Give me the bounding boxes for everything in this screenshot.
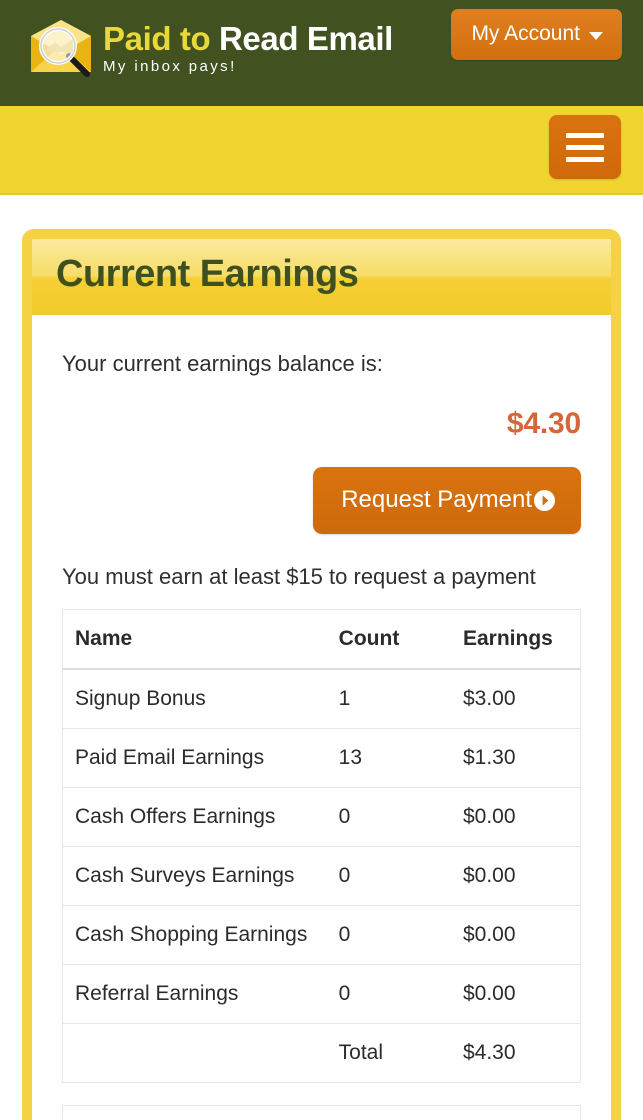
table-row: Signup Bonus 1 $3.00: [62, 669, 581, 730]
cell-count: 13: [326, 728, 451, 789]
page-title: Current Earnings: [56, 253, 359, 295]
page-content: Current Earnings Your current earnings b…: [0, 195, 643, 1120]
table-row: Cash Offers Earnings 0 $0.00: [62, 787, 581, 848]
cell-name: Cash Surveys Earnings: [62, 846, 327, 907]
cell-name: Cash Shopping Earnings: [62, 905, 327, 966]
column-header-count: Count: [326, 609, 451, 671]
table-row: Paid Email Earnings 13 $1.30: [62, 728, 581, 789]
cell-count: 0: [326, 964, 451, 1025]
cell-earnings: $3.00: [450, 669, 581, 730]
column-header-name: Name: [62, 609, 327, 671]
balance-label: Your current earnings balance is:: [62, 350, 383, 376]
request-payment-label: Request Payment: [341, 486, 532, 514]
cell-name: Paid Email Earnings: [62, 728, 327, 789]
brand-logo-link[interactable]: Paid to Read Email My inbox pays!: [0, 0, 393, 82]
caret-down-icon: [589, 31, 603, 40]
balance-amount: $4.30: [506, 407, 581, 441]
cell-count: 0: [326, 787, 451, 848]
cell-name: Cash Offers Earnings: [62, 787, 327, 848]
table-row: Referral Earnings 0 $0.00: [62, 964, 581, 1025]
site-header: Paid to Read Email My inbox pays! My Acc…: [0, 0, 643, 106]
my-account-label: My Account: [471, 22, 580, 45]
cell-total-label: Total: [338, 1041, 384, 1065]
cell-earnings: $0.00: [450, 787, 581, 848]
column-header-earnings: Earnings: [450, 609, 581, 671]
hamburger-menu-icon[interactable]: [549, 115, 621, 179]
request-payment-row: Request Payment: [62, 441, 581, 535]
brand-title-word1: Paid to: [103, 20, 211, 57]
brand-tagline: My inbox pays!: [103, 57, 237, 75]
current-earnings-panel: Current Earnings Your current earnings b…: [22, 229, 621, 1120]
brand-text: Paid to Read Email My inbox pays!: [103, 14, 393, 75]
table-row: Cash Shopping Earnings 0 $0.00: [62, 905, 581, 966]
navigation-bar: [0, 106, 643, 195]
cell-name: Referral Earnings: [62, 964, 327, 1025]
balance-amount-row: $4.30: [62, 379, 581, 441]
panel-body: Your current earnings balance is: $4.30 …: [32, 314, 611, 1120]
cell-total-blank: [63, 1024, 327, 1083]
minimum-payout-notice: You must earn at least $15 to request a …: [62, 564, 536, 590]
table-header-row: Name Count Earnings: [62, 609, 581, 671]
cell-earnings: $0.00: [450, 964, 581, 1025]
cell-earnings: $1.30: [450, 728, 581, 789]
cell-count: 0: [326, 846, 451, 907]
cell-total-earnings: $4.30: [462, 1041, 516, 1065]
cell-count: 1: [326, 669, 451, 730]
my-account-button[interactable]: My Account: [451, 9, 622, 60]
table-body: Signup Bonus 1 $3.00 Paid Email Earnings…: [62, 669, 581, 1083]
earnings-breakdown-table: Name Count Earnings Signup Bonus 1 $3.00…: [62, 609, 581, 1084]
brand-title-word2: Read Email: [219, 20, 393, 57]
envelope-magnifier-icon: [31, 20, 91, 77]
hamburger-bar-2: [566, 144, 604, 150]
table-total-row: Total $4.30: [63, 1024, 581, 1083]
cell-name: Signup Bonus: [62, 669, 327, 730]
panel-heading: Current Earnings: [32, 239, 611, 315]
cell-count: 0: [326, 905, 451, 966]
hamburger-bar-3: [566, 156, 604, 162]
hamburger-bar-1: [566, 132, 604, 138]
cell-earnings: $0.00: [450, 846, 581, 907]
brand-title: Paid to Read Email: [103, 22, 393, 56]
cell-earnings: $0.00: [450, 905, 581, 966]
table-header: Name Count Earnings: [62, 609, 581, 671]
request-payment-button[interactable]: Request Payment: [313, 467, 581, 535]
chevron-right-circle-icon: [533, 489, 556, 512]
secondary-table-peek: [62, 1105, 581, 1120]
table-row: Cash Surveys Earnings 0 $0.00: [62, 846, 581, 907]
